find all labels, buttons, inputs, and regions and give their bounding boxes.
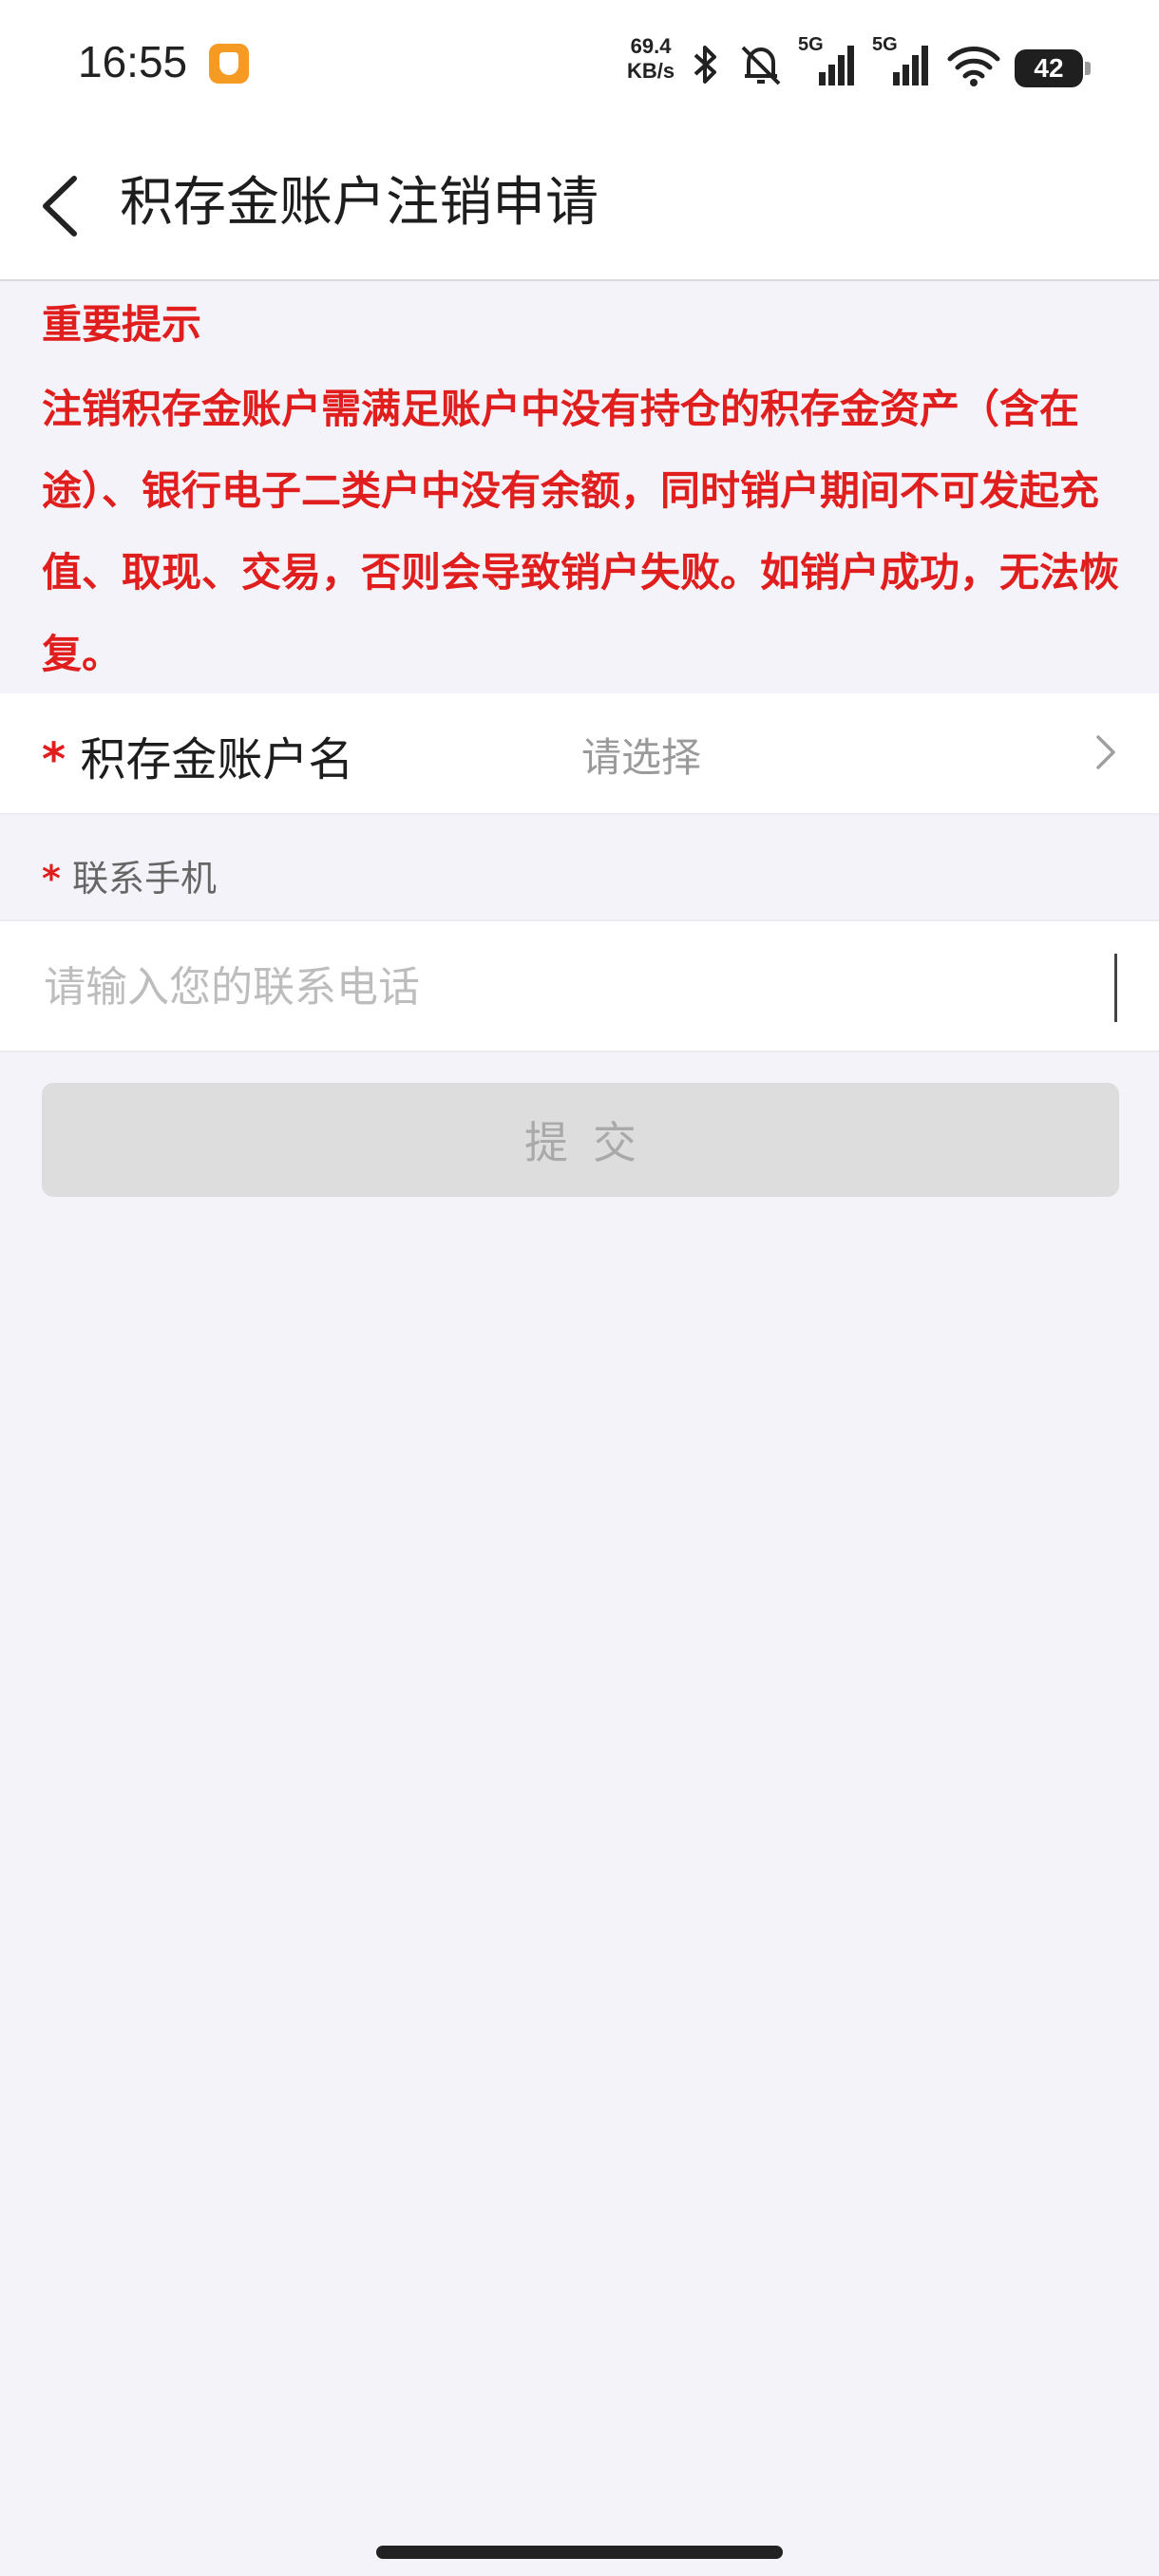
signal-5g-icon: 5G: [798, 34, 859, 87]
nav-bar: 积存金账户注销申请: [0, 133, 1159, 281]
status-icons: 5G 5G 42: [686, 34, 1091, 87]
net-speed-unit: KB/s: [627, 59, 675, 83]
back-arrow-icon: [43, 176, 77, 237]
important-notice: 重要提示 注销积存金账户需满足账户中没有持仓的积存金资产（含在途）、银行电子二类…: [0, 281, 1159, 691]
phone-label: * 联系手机: [42, 849, 217, 901]
signal-5g-label: 5G: [798, 34, 824, 55]
battery-icon: 42: [1015, 49, 1091, 87]
account-name-label-text: 积存金账户名: [80, 733, 354, 786]
notice-body: 注销积存金账户需满足账户中没有持仓的积存金资产（含在途）、银行电子二类户中没有余…: [42, 386, 1120, 677]
submit-button[interactable]: 提交: [42, 1083, 1119, 1197]
mute-bell-icon: [741, 46, 781, 85]
net-speed: 69.4 KB/s: [627, 34, 674, 84]
page-title: 积存金账户注销申请: [120, 172, 598, 234]
account-name-label: * 积存金账户名: [42, 722, 353, 788]
wifi-icon: [947, 47, 1000, 86]
signal-5g-label: 5G: [872, 34, 898, 55]
account-name-selector[interactable]: * 积存金账户名 请选择: [0, 693, 1159, 815]
shield-app-icon: [209, 44, 249, 84]
required-mark: *: [42, 858, 61, 900]
battery-level: 42: [1034, 53, 1064, 83]
required-mark: *: [42, 733, 66, 786]
home-indicator[interactable]: [376, 2546, 783, 2559]
net-speed-value: 69.4: [630, 34, 672, 58]
bluetooth-icon: [694, 46, 716, 84]
signal-5g-icon: 5G: [872, 34, 933, 87]
phone-input[interactable]: [42, 946, 1110, 1028]
back-button[interactable]: [34, 171, 91, 241]
phone-label-text: 联系手机: [71, 858, 217, 900]
status-time: 16:55: [78, 37, 188, 86]
phone-input-row: [0, 919, 1159, 1052]
account-name-value: 请选择: [581, 734, 702, 781]
status-bar: 16:55 69.4 KB/s 5G 5G 42: [0, 0, 1159, 133]
notice-title: 重要提示: [42, 301, 202, 348]
chevron-right-icon: [1096, 735, 1115, 769]
phone-label-row: * 联系手机: [0, 815, 1159, 919]
text-caret: [1114, 954, 1117, 1022]
